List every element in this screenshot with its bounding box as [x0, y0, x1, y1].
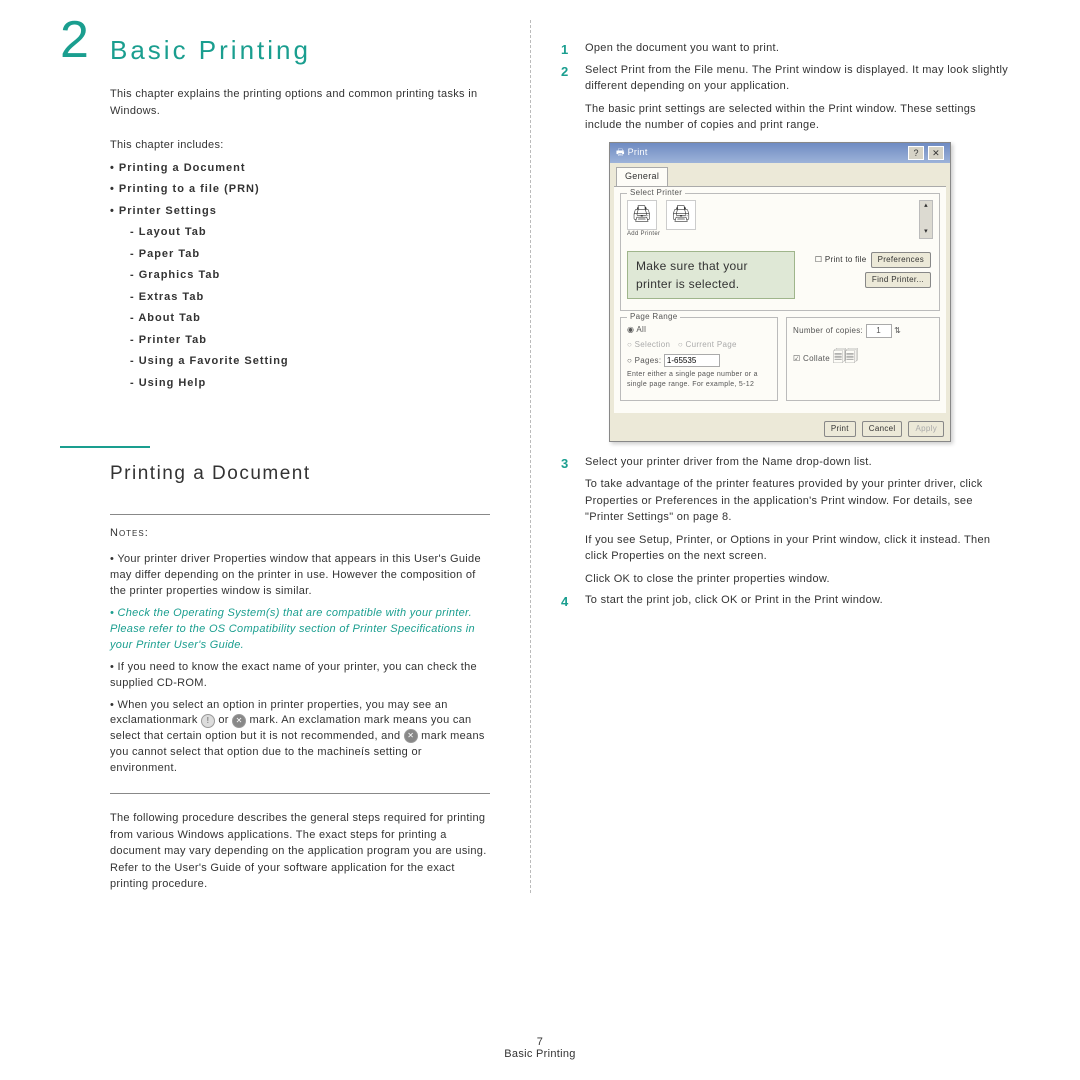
collate-checkbox[interactable]: ☑ Collate 🗐 🗐 [793, 346, 933, 367]
radio-all[interactable]: ◉ All [627, 324, 771, 336]
footer-title: Basic Printing [0, 1048, 1080, 1060]
scrollbar[interactable]: ▴▾ [919, 200, 933, 239]
print-to-file-checkbox[interactable]: ☐ Print to file [815, 254, 867, 266]
toc-item[interactable]: Printing to a file (PRN) [110, 181, 490, 198]
toc-subitem[interactable]: Using Help [130, 375, 490, 392]
radio-current[interactable]: ○ Current Page [678, 340, 737, 349]
section-rule [60, 446, 150, 448]
toc-subitem[interactable]: Extras Tab [130, 289, 490, 306]
tab-general[interactable]: General [616, 167, 668, 186]
notes-label: Notes: [110, 514, 490, 542]
toc-subitem[interactable]: Graphics Tab [130, 267, 490, 284]
chapter-title: Basic Printing [110, 20, 490, 66]
add-printer-icon[interactable]: 🖨 [627, 200, 657, 230]
radio-pages[interactable]: ○ Pages: [627, 354, 771, 367]
intro-text: This chapter explains the printing optio… [110, 86, 490, 119]
notes-list: Your printer driver Properties window th… [110, 552, 490, 794]
pages-input[interactable] [664, 354, 720, 367]
page-number: 7 [0, 1036, 1080, 1048]
toc-subitem[interactable]: Using a Favorite Setting [130, 353, 490, 370]
chapter-number: 2 [60, 10, 89, 70]
close-icon[interactable]: ✕ [928, 146, 944, 160]
radio-selection[interactable]: ○ Selection [627, 340, 670, 349]
dialog-titlebar[interactable]: 🖶 Print ? ✕ [610, 143, 950, 164]
toc-subitem[interactable]: About Tab [130, 310, 490, 327]
apply-button[interactable]: Apply [908, 421, 944, 437]
step-2: 2 Select Print from the File menu. The P… [561, 62, 1011, 442]
page-hint: Enter either a single page number or a s… [627, 370, 771, 391]
find-printer-button[interactable]: Find Printer... [865, 272, 931, 288]
step-1: 1Open the document you want to print. [561, 40, 1011, 57]
note-item: If you need to know the exact name of yo… [110, 660, 490, 692]
toc-item[interactable]: Printing a Document [110, 160, 490, 177]
help-icon[interactable]: ? [908, 146, 924, 160]
print-dialog: 🖶 Print ? ✕ General Select Printer [609, 142, 951, 442]
note-item: When you select an option in printer pro… [110, 698, 490, 778]
toc-subitem[interactable]: Paper Tab [130, 246, 490, 263]
error-icon: ✕ [404, 729, 418, 743]
select-printer-label: Select Printer [627, 187, 685, 199]
copies-group: Number of copies: 1 ⇅ ☑ Collate 🗐 🗐 [786, 317, 940, 401]
note-item-compat: Check the Operating System(s) that are c… [110, 606, 490, 654]
step-4: 4To start the print job, click OK or Pri… [561, 592, 1011, 609]
page-footer: 7 Basic Printing [0, 1036, 1080, 1060]
toc-lead: This chapter includes: [110, 137, 490, 154]
exclamation-icon: ! [201, 714, 215, 728]
toc-item[interactable]: Printer Settings [110, 203, 490, 220]
copies-spinner[interactable]: 1 [866, 324, 892, 338]
callout-hint: Make sure that your printer is selected. [627, 251, 795, 299]
toc-subitem[interactable]: Printer Tab [130, 332, 490, 349]
cancel-button[interactable]: Cancel [862, 421, 903, 437]
printer-icon[interactable]: 🖨 [666, 200, 696, 230]
section-title: Printing a Document [110, 460, 490, 489]
toc-list: Printing a Document Printing to a file (… [110, 160, 490, 392]
following-text: The following procedure describes the ge… [110, 810, 490, 893]
note-item: Your printer driver Properties window th… [110, 552, 490, 600]
error-icon: ✕ [232, 714, 246, 728]
collate-preview-icon: 🗐 🗐 [833, 348, 856, 364]
preferences-button[interactable]: Preferences [871, 252, 931, 268]
steps-list: 1Open the document you want to print. 2 … [561, 40, 1011, 609]
page-range-group: Page Range ◉ All ○ Selection ○ Current P… [620, 317, 778, 401]
print-button[interactable]: Print [824, 421, 856, 437]
toc-subitem[interactable]: Layout Tab [130, 224, 490, 241]
step-3: 3 Select your printer driver from the Na… [561, 454, 1011, 588]
